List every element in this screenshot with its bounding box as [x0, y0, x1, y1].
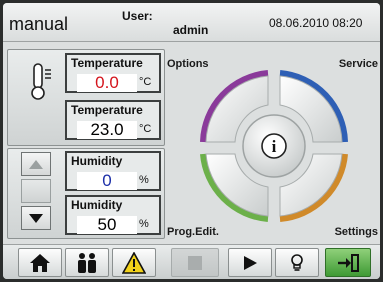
mode-indicator: manual [9, 14, 69, 34]
temperature-setpoint-value[interactable]: 23.0 [77, 121, 137, 139]
start-button[interactable] [228, 248, 272, 277]
header-bar: manual User: admin 08.06.2010 08:20 [3, 3, 380, 42]
temperature-setpoint-unit: °C [139, 123, 152, 135]
humidity-actual-field: Humidity 0 % [65, 151, 161, 191]
home-icon [30, 253, 50, 272]
light-button[interactable] [275, 248, 319, 277]
temperature-actual-unit: °C [139, 76, 152, 88]
navigation-wheel: i [200, 70, 348, 222]
humidity-setpoint-field[interactable]: Humidity 50 % [65, 195, 161, 235]
bottom-toolbar [3, 244, 380, 279]
humidity-actual-value: 0 [102, 171, 112, 190]
logout-icon [338, 253, 359, 272]
hmi-screen: manual User: admin 08.06.2010 08:20 Temp… [3, 3, 380, 279]
users-button[interactable] [65, 248, 109, 277]
temperature-actual-value: 0.0 [95, 73, 119, 92]
prog-edit-label[interactable]: Prog.Edit. [167, 226, 219, 238]
logout-button[interactable] [325, 248, 371, 277]
scroll-down-button[interactable] [21, 206, 51, 230]
lightbulb-icon [291, 253, 303, 271]
datetime-display: 08.06.2010 08:20 [269, 16, 363, 30]
user-label: User: [122, 9, 153, 23]
scroll-track[interactable] [21, 179, 51, 203]
arrow-up-icon [29, 159, 43, 169]
humidity-setpoint-unit: % [139, 218, 149, 230]
arrow-down-icon [29, 213, 43, 223]
humidity-actual-label: Humidity [71, 154, 123, 168]
temperature-actual-field: Temperature 0.0 °C [65, 53, 161, 93]
user-name[interactable]: admin [173, 23, 208, 37]
home-button[interactable] [18, 248, 62, 277]
humidity-setpoint-label: Humidity [71, 198, 123, 212]
info-icon-glyph: i [272, 137, 277, 156]
stop-icon [188, 255, 202, 270]
settings-label[interactable]: Settings [335, 226, 378, 238]
humidity-actual-unit: % [139, 174, 149, 186]
scroll-controls [21, 152, 55, 232]
play-icon [244, 255, 257, 270]
navigation-area: Options Service Prog.Edit. Settings i [167, 49, 380, 239]
scroll-up-button[interactable] [21, 152, 51, 176]
alarm-button[interactable] [112, 248, 156, 277]
thermometer-icon [31, 63, 51, 100]
temperature-setpoint-label: Temperature [71, 103, 143, 117]
stop-button[interactable] [171, 248, 219, 277]
humidity-setpoint-value[interactable]: 50 [77, 216, 137, 234]
users-icon [78, 252, 96, 273]
warning-icon [122, 251, 146, 274]
temperature-panel: Temperature 0.0 °C Temperature 23.0 °C [7, 49, 165, 146]
temperature-setpoint-field[interactable]: Temperature 23.0 °C [65, 100, 161, 140]
temperature-actual-label: Temperature [71, 56, 143, 70]
